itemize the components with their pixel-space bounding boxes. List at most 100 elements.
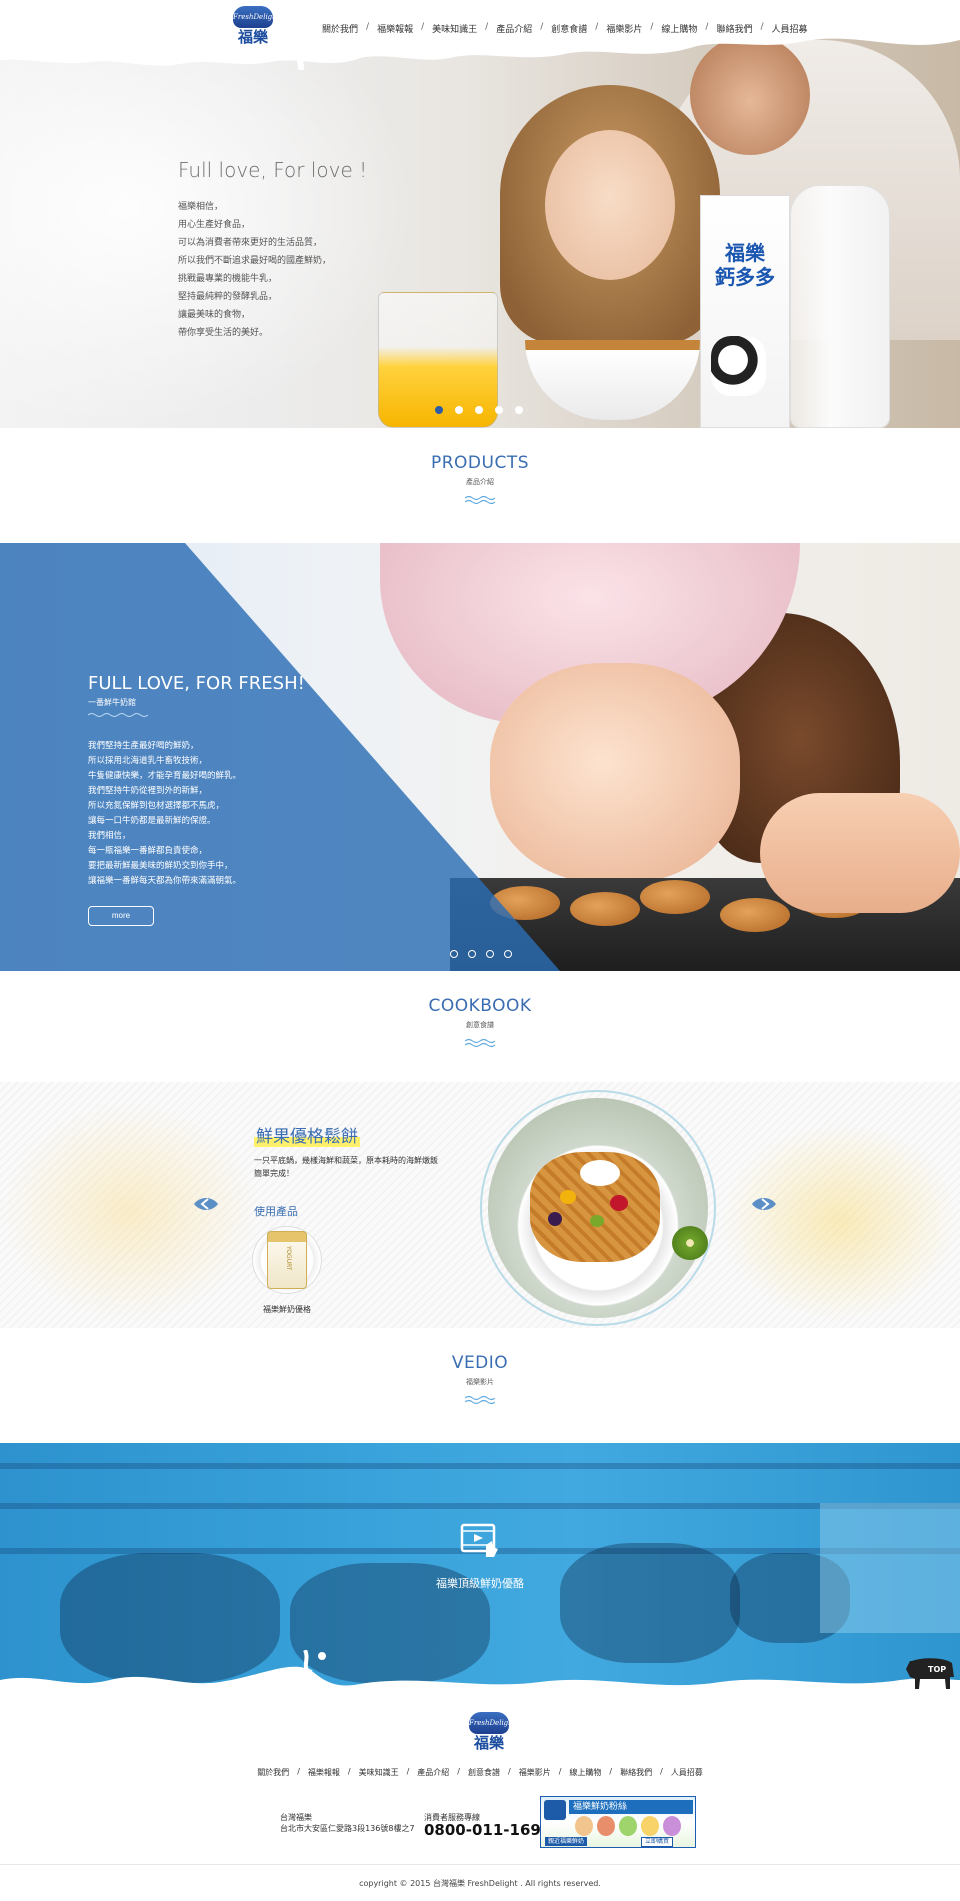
nav-item-1[interactable]: 關於我們 <box>322 22 358 35</box>
footer-nav-item-7[interactable]: 線上購物 <box>569 1767 601 1778</box>
text-line: 讓福樂一番鮮每天都為你帶來滿滿朝氣。 <box>88 876 242 886</box>
hero-dot-4[interactable] <box>495 406 503 414</box>
text-line: 帶你享受生活的美好。 <box>178 328 269 338</box>
milk-splash-bottom <box>0 1650 960 1710</box>
yogurt-dollop <box>580 1160 620 1186</box>
wave-divider-icon <box>464 495 496 505</box>
footer-nav-item-5[interactable]: 創意食譜 <box>468 1767 500 1778</box>
footer-nav-item-2[interactable]: 福樂報報 <box>308 1767 340 1778</box>
text-line: 讓最美味的食物， <box>178 310 251 320</box>
footer-nav-item-6[interactable]: 福樂影片 <box>519 1767 551 1778</box>
text-line: 讓每一口牛奶都是最新鮮的保證。 <box>88 816 216 826</box>
company-address: 台北市大安區仁愛路3段136號8樓之7 <box>280 1824 415 1833</box>
cookbook-subtitle: 創意食譜 <box>466 1021 494 1029</box>
footer-nav-item-1[interactable]: 關於我們 <box>257 1767 289 1778</box>
fan-banner-right: 立即購買 <box>641 1837 674 1847</box>
nav-separator: / <box>421 22 425 32</box>
nav-separator: / <box>406 1767 410 1776</box>
play-video-icon[interactable] <box>460 1523 502 1561</box>
nav-item-3[interactable]: 美味知識王 <box>432 22 477 35</box>
logo-text: 福樂 <box>473 1734 504 1752</box>
nav-item-5[interactable]: 創意食譜 <box>551 22 587 35</box>
video-title: VEDIO <box>451 1353 509 1373</box>
next-arrow-icon[interactable] <box>750 1194 778 1214</box>
nav-item-9[interactable]: 人員招募 <box>772 22 808 35</box>
blur-fruit-left <box>0 1102 260 1322</box>
products-heading: PRODUCTS 產品介紹 <box>0 453 960 509</box>
nav-separator: / <box>595 22 599 32</box>
nav-separator: / <box>760 22 764 32</box>
top-label: TOP <box>928 1665 947 1674</box>
text-line: 我們堅持生產最好喝的鮮奶， <box>88 741 199 751</box>
nav-item-7[interactable]: 線上購物 <box>661 22 697 35</box>
nav-item-8[interactable]: 聯絡我們 <box>716 22 752 35</box>
brand-icon <box>544 1800 566 1820</box>
text-line: 我們相信， <box>88 831 131 841</box>
company-name: 台灣福樂 <box>280 1813 312 1822</box>
kiwi-slice <box>672 1226 708 1260</box>
fresh-title: FULL LOVE, FOR FRESH! <box>88 673 305 694</box>
cartoon-kid-icon <box>619 1816 637 1836</box>
hero-dot-1[interactable] <box>435 406 443 414</box>
footer-nav-item-3[interactable]: 美味知識王 <box>359 1767 399 1778</box>
site-logo[interactable]: FreshDelight 福樂 <box>232 6 279 50</box>
copyright: copyright © 2015 台灣福樂 FreshDelight . All… <box>359 1879 601 1888</box>
nav-separator: / <box>457 1767 460 1776</box>
nav-separator: / <box>558 1767 562 1776</box>
nav-item-2[interactable]: 福樂報報 <box>377 22 413 35</box>
fresh-dot-3[interactable] <box>486 950 494 958</box>
logo-badge-icon: FreshDelight <box>469 1712 515 1734</box>
footer-nav: 關於我們 / 福樂報報 / 美味知識王 / 產品介紹 / 創意食譜 / 福樂影片 / 線上購物 / 聯絡我們… <box>0 1767 960 1778</box>
hero-dot-2[interactable] <box>455 406 463 414</box>
recipe-title[interactable]: 鮮果優格鬆餅 <box>254 1122 360 1147</box>
fruit-blueberry <box>548 1212 562 1226</box>
cartoon-kid-icon <box>641 1816 659 1836</box>
nav-separator: / <box>297 1767 300 1776</box>
fresh-text: 我們堅持生產最好喝的鮮奶， 所以採用北海道乳牛畜牧技術， 牛隻健康快樂，才能孕育最好… <box>88 739 241 889</box>
nav-separator: / <box>508 1767 511 1776</box>
fruit-berry <box>610 1195 628 1211</box>
wave-divider-icon <box>464 1395 496 1405</box>
fan-page-banner[interactable]: 福樂鮮奶粉絲 親近福樂鮮奶 立即購買 <box>540 1796 696 1848</box>
more-button[interactable]: more <box>88 906 154 926</box>
blur-fruit-right <box>720 1122 960 1322</box>
hotline-number[interactable]: 0800-011-169 <box>424 1821 541 1839</box>
hero-dot-3[interactable] <box>475 406 483 414</box>
hero-text: 福樂相信， 用心生產好食品， 可以為消費者帶來更好的生活品質， 所以我們不斷追求最好喝… <box>178 198 398 342</box>
hero-carousel-dots <box>435 406 523 414</box>
nav-separator: / <box>609 1767 613 1776</box>
fresh-subtitle: 一番鮮牛奶館 <box>88 698 136 707</box>
hero-banner: 福樂 鈣多多 Full love, For love ! 福樂相信， 用心生產好食品… <box>0 0 960 428</box>
footer-nav-item-9[interactable]: 人員招募 <box>671 1767 703 1778</box>
text-line: 每一瓶福樂一番鮮都負責使命， <box>88 846 208 856</box>
hero-dot-5[interactable] <box>515 406 523 414</box>
fan-banner-left: 親近福樂鮮奶 <box>545 1837 588 1846</box>
barn-rail <box>0 1503 960 1509</box>
video-label[interactable]: 福樂頂級鮮奶優酪 <box>0 1575 960 1591</box>
footer-nav-item-4[interactable]: 產品介紹 <box>417 1767 449 1778</box>
cow-icon <box>711 336 766 396</box>
fresh-carousel-dots <box>450 950 512 958</box>
fresh-dot-1[interactable] <box>450 950 458 958</box>
nav-item-6[interactable]: 福樂影片 <box>606 22 642 35</box>
fresh-dot-2[interactable] <box>468 950 476 958</box>
text-line: 可以為消費者帶來更好的生活品質， <box>178 238 323 248</box>
hero-title: Full love, For love ! <box>178 158 368 182</box>
cow-silhouette <box>560 1543 740 1663</box>
text-line: 福樂相信， <box>178 202 224 212</box>
cartoon-kid-icon <box>575 1816 593 1836</box>
footer-nav-item-8[interactable]: 聯絡我們 <box>620 1767 652 1778</box>
carton-brand-text: 福樂 鈣多多 <box>715 241 775 289</box>
footer-company: 台灣福樂 台北市大安區仁愛路3段136號8樓之7 <box>280 1812 415 1834</box>
fresh-dot-4[interactable] <box>504 950 512 958</box>
nav-item-4[interactable]: 產品介紹 <box>496 22 532 35</box>
nav-separator: / <box>660 1767 663 1776</box>
products-title: PRODUCTS <box>430 453 530 473</box>
cookbook-title: COOKBOOK <box>428 996 532 1016</box>
prev-arrow-icon[interactable] <box>192 1194 220 1214</box>
back-to-top-button[interactable]: TOP <box>904 1655 956 1691</box>
text-line: 所以我們不斷追求最好喝的國產鮮奶， <box>178 256 332 266</box>
main-nav: 關於我們 / 福樂報報 / 美味知識王 / 產品介紹 / 創意食譜 / 福樂影片 / 線上購物 / 聯絡我們… <box>322 22 808 35</box>
footer-logo[interactable]: FreshDelight 福樂 <box>468 1712 515 1752</box>
nav-separator: / <box>366 22 370 32</box>
